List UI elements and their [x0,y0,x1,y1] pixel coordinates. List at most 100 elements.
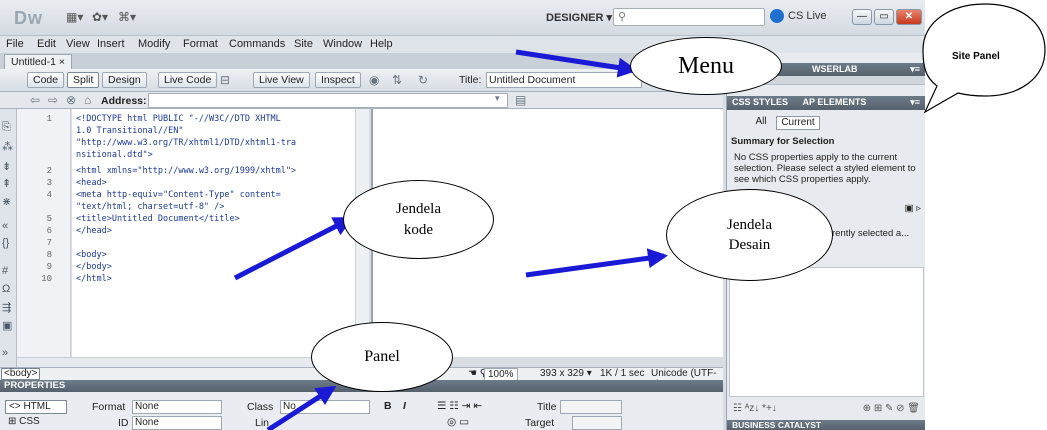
list-icons[interactable]: ☰ ☷ ⇥ ⇤ [437,400,482,412]
css-panel-menu-icon[interactable]: ▾≡ [910,96,920,109]
address-input[interactable] [148,93,508,108]
workspace-switcher[interactable]: DESIGNER ▾ [542,9,616,27]
tab-ap-elements[interactable]: AP ELEMENTS [803,97,867,107]
view-toggle-icons[interactable]: ☷ ᴬz↓ *+↓ [733,403,777,414]
view-menu-icon[interactable]: ▤ [515,93,526,107]
code-line: <title>Untitled Document</title> [76,214,240,224]
expand-all-icon[interactable]: ⋇ [2,195,11,208]
code-editor[interactable]: <!DOCTYPE html PUBLIC "-//W3C//DTD XHTML… [72,109,355,357]
link-input[interactable] [272,416,440,430]
rule-action-icons[interactable]: ⊕ ⊞ ✎ ⊘ 🗑 [863,403,920,414]
menu-window[interactable]: Window [323,38,362,50]
maximize-button[interactable]: ▭ [874,9,894,25]
file-management-icon[interactable]: ⇅ [392,73,402,87]
css-mode-button[interactable]: ⊞ CSS [5,416,67,430]
menu-modify[interactable]: Modify [138,38,170,50]
target-label: Target [525,417,555,429]
title-input[interactable]: Untitled Document [486,72,642,88]
stop-icon[interactable]: ⊗ [66,93,76,107]
panel-tab-label: WSERLAB [812,64,858,74]
id-select[interactable]: None [132,416,222,430]
code-line: nsitional.dtd"> [76,150,153,160]
menu-annotation: Menu [630,37,782,95]
html-mode-button[interactable]: <> HTML [5,400,67,414]
view-options-icon[interactable]: ⊟ [220,73,230,87]
line-number: 2 [46,166,52,176]
panel-annotation: Panel [311,322,453,392]
address-label: Address: [101,95,147,107]
address-dropdown-icon[interactable]: ▾ [495,93,500,104]
bold-button[interactable]: B [384,400,392,412]
show-code-navigator-icon[interactable]: ⁂ [2,140,13,153]
jendela-desain-annotation: Jendela Desain [666,189,833,281]
live-view-button[interactable]: Live View [253,72,310,88]
back-icon[interactable]: ⇦ [30,93,40,107]
inspect-button[interactable]: Inspect [315,72,361,88]
syntax-coloring-icon[interactable]: ▣ [2,319,12,332]
line-number: 6 [46,226,52,236]
line-number: 1 [46,114,52,124]
panel-buttons-icon[interactable]: ▣ ▹ [905,203,921,214]
business-catalyst-header[interactable]: BUSINESS CATALYST [727,420,925,430]
all-button[interactable]: All [745,116,777,130]
cs-live-button[interactable]: CS Live [770,9,827,23]
gear-icon[interactable]: ✿▾ [92,10,108,24]
code-line: </html> [76,274,112,284]
collapse-selection-icon[interactable]: ⇞ [2,177,11,190]
minimize-button[interactable]: — [852,9,872,25]
menu-commands[interactable]: Commands [229,38,285,50]
current-button[interactable]: Current [776,116,820,130]
highlight-invalid-icon[interactable]: Ω [2,283,10,295]
layout-icon[interactable]: ▦▾ [66,10,83,24]
menu-edit[interactable]: Edit [37,38,56,50]
site-icon[interactable]: ⌘▾ [118,10,136,24]
code-line: "text/html; charset=utf-8" /> [76,202,225,212]
properties-list[interactable] [729,267,924,397]
line-numbers-icon[interactable]: # [2,265,8,277]
window-size[interactable]: 393 x 329 ▾ [540,368,592,379]
title-field[interactable] [560,400,622,414]
tab-css-styles[interactable]: CSS STYLES [732,97,788,107]
menu-bar: File Edit View Insert Modify Format Comm… [0,36,925,53]
format-label: Format [92,401,126,413]
select-parent-tag-icon[interactable]: « [2,220,8,232]
browser-preview-icon[interactable]: ◉ [369,73,379,87]
close-button[interactable]: ✕ [896,9,922,25]
search-input[interactable]: ⚲ [613,8,765,26]
split-view-button[interactable]: Split [67,72,100,88]
coding-toolbar: ⎘ ⁂ ⇟ ⇞ ⋇ « {} # Ω ⇶ ▣ » [0,109,17,367]
link-label: Lin [255,417,270,429]
balance-braces-icon[interactable]: {} [2,237,9,249]
format-select[interactable]: None [132,400,222,414]
tab-untitled-1[interactable]: Untitled-1 × [4,54,72,69]
title-field-label: Title [537,401,557,413]
italic-button[interactable]: I [403,400,406,412]
menu-view[interactable]: View [66,38,90,50]
line-number: 5 [46,214,52,224]
menu-site[interactable]: Site [294,38,313,50]
css-panel-tabs: CSS STYLES AP ELEMENTS ▾≡ [727,96,925,110]
menu-insert[interactable]: Insert [97,38,125,50]
word-wrap-icon[interactable]: ⇶ [2,301,11,314]
refresh-icon[interactable]: ↻ [418,73,428,87]
cs-live-label: CS Live [788,9,827,22]
target-select[interactable] [572,416,622,430]
live-code-button[interactable]: Live Code [158,72,218,88]
panel-menu-icon[interactable]: ▾≡ [910,63,920,76]
tag-selector[interactable]: <body> [1,368,41,380]
collapse-tag-icon[interactable]: ⇟ [2,160,11,173]
design-view-button[interactable]: Design [102,72,147,88]
code-view-button[interactable]: Code [27,72,65,88]
menu-format[interactable]: Format [183,38,218,50]
rule-text: rently selected a... [832,228,910,239]
class-select[interactable]: No [280,400,370,414]
more-tools-icon[interactable]: » [2,347,8,359]
home-icon[interactable]: ⌂ [84,93,91,107]
menu-file[interactable]: File [6,38,24,50]
code-line: <head> [76,178,107,188]
menu-help[interactable]: Help [370,38,393,50]
point-to-file-icon[interactable]: ◎ ▭ [447,416,469,428]
forward-icon[interactable]: ⇨ [48,93,58,107]
open-documents-icon[interactable]: ⎘ [2,121,11,134]
line-number: 3 [46,178,52,188]
